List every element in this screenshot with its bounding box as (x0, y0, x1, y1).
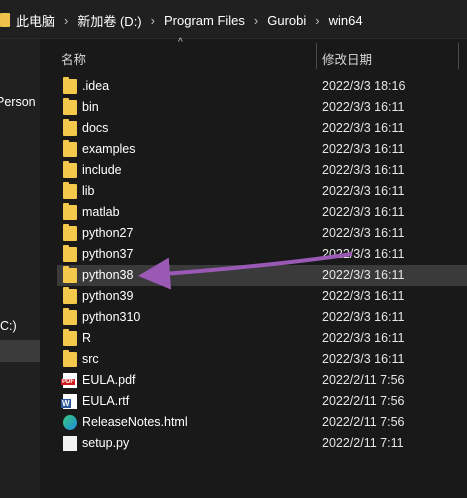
table-row[interactable]: ReleaseNotes.html 2022/2/11 7:56 (57, 412, 467, 433)
column-divider[interactable] (458, 43, 459, 69)
file-list: ^ 名称 修改日期 .idea 2022/3/3 18:16 bin 2022/3/3… (40, 37, 467, 498)
chevron-right-icon[interactable]: › (151, 13, 155, 28)
file-modified-date: 2022/2/11 7:11 (322, 436, 404, 450)
file-modified-date: 2022/3/3 18:16 (322, 79, 406, 93)
breadcrumb-gurobi[interactable]: Gurobi (267, 13, 306, 28)
address-bar[interactable]: 此电脑 › 新加卷 (D:) › Program Files › Gurobi … (0, 0, 467, 39)
table-row[interactable]: setup.py 2022/2/11 7:11 (57, 433, 467, 454)
table-row[interactable]: .idea 2022/3/3 18:16 (57, 76, 467, 97)
nav-item-personal[interactable]: Persona (0, 95, 36, 109)
chevron-right-icon[interactable]: › (64, 13, 68, 28)
table-row[interactable]: examples 2022/3/3 16:11 (57, 139, 467, 160)
file-name[interactable]: python38 (82, 268, 133, 282)
sort-ascending-icon: ^ (178, 37, 183, 48)
table-row[interactable]: python27 2022/3/3 16:11 (57, 223, 467, 244)
folder-icon (63, 350, 77, 367)
folder-icon (63, 203, 77, 220)
table-row[interactable]: include 2022/3/3 16:11 (57, 160, 467, 181)
nav-item-drive-c[interactable]: C:) (0, 319, 40, 333)
table-row[interactable]: EULA.rtf 2022/2/11 7:56 (57, 391, 467, 412)
folder-icon (63, 329, 77, 346)
table-row[interactable]: bin 2022/3/3 16:11 (57, 97, 467, 118)
table-row[interactable]: R 2022/3/3 16:11 (57, 328, 467, 349)
chevron-right-icon[interactable]: › (254, 13, 258, 28)
file-modified-date: 2022/3/3 16:11 (322, 142, 405, 156)
folder-icon (0, 13, 10, 27)
file-name[interactable]: python39 (82, 289, 133, 303)
folder-icon (63, 77, 77, 94)
folder-icon (63, 287, 77, 304)
file-name[interactable]: src (82, 352, 99, 366)
column-date-header[interactable]: 修改日期 (322, 49, 372, 68)
breadcrumb-program-files[interactable]: Program Files (164, 13, 245, 28)
table-row[interactable]: lib 2022/3/3 16:11 (57, 181, 467, 202)
table-row[interactable]: EULA.pdf 2022/2/11 7:56 (57, 370, 467, 391)
file-modified-date: 2022/3/3 16:11 (322, 226, 405, 240)
file-modified-date: 2022/3/3 16:11 (322, 331, 405, 345)
file-name[interactable]: examples (82, 142, 136, 156)
file-name[interactable]: docs (82, 121, 108, 135)
file-name[interactable]: python310 (82, 310, 140, 324)
edge-icon (63, 415, 77, 430)
folder-icon (63, 245, 77, 262)
pdf-icon (61, 373, 77, 388)
column-header: ^ 名称 修改日期 (40, 37, 467, 71)
file-modified-date: 2022/3/3 16:11 (322, 184, 405, 198)
table-row[interactable]: python39 2022/3/3 16:11 (57, 286, 467, 307)
file-modified-date: 2022/2/11 7:56 (322, 394, 405, 408)
table-row[interactable]: python37 2022/3/3 16:11 (57, 244, 467, 265)
chevron-right-icon[interactable]: › (315, 13, 319, 28)
file-name[interactable]: lib (82, 184, 95, 198)
file-name[interactable]: matlab (82, 205, 120, 219)
file-name[interactable]: .idea (82, 79, 109, 93)
navigation-pane: Persona C:) (0, 39, 40, 498)
breadcrumb: 此电脑 › 新加卷 (D:) › Program Files › Gurobi … (0, 10, 363, 30)
file-modified-date: 2022/3/3 16:11 (322, 268, 405, 282)
table-row[interactable]: docs 2022/3/3 16:11 (57, 118, 467, 139)
file-modified-date: 2022/3/3 16:11 (322, 310, 405, 324)
file-modified-date: 2022/3/3 16:11 (322, 100, 405, 114)
file-modified-date: 2022/2/11 7:56 (322, 415, 405, 429)
column-divider[interactable] (316, 43, 317, 69)
file-name[interactable]: include (82, 163, 122, 177)
folder-icon (63, 119, 77, 136)
table-row[interactable]: src 2022/3/3 16:11 (57, 349, 467, 370)
file-modified-date: 2022/3/3 16:11 (322, 352, 405, 366)
table-row-selected[interactable]: python38 2022/3/3 16:11 (57, 265, 467, 286)
file-modified-date: 2022/3/3 16:11 (322, 121, 405, 135)
folder-icon (63, 182, 77, 199)
file-name[interactable]: ReleaseNotes.html (82, 415, 188, 429)
breadcrumb-d-drive[interactable]: 新加卷 (D:) (77, 11, 141, 30)
nav-item-selected[interactable] (0, 340, 40, 362)
breadcrumb-win64[interactable]: win64 (329, 13, 363, 28)
file-modified-date: 2022/3/3 16:11 (322, 163, 405, 177)
folder-icon (63, 266, 77, 283)
file-name[interactable]: python37 (82, 247, 133, 261)
file-name[interactable]: EULA.pdf (82, 373, 136, 387)
column-name-header[interactable]: 名称 (61, 49, 86, 68)
breadcrumb-this-pc[interactable]: 此电脑 (16, 11, 55, 30)
file-modified-date: 2022/3/3 16:11 (322, 289, 405, 303)
file-name[interactable]: R (82, 331, 91, 345)
file-modified-date: 2022/2/11 7:56 (322, 373, 405, 387)
folder-icon (63, 161, 77, 178)
word-icon (61, 394, 77, 409)
folder-icon (63, 224, 77, 241)
file-name[interactable]: bin (82, 100, 99, 114)
file-name[interactable]: EULA.rtf (82, 394, 129, 408)
folder-icon (63, 98, 77, 115)
table-row[interactable]: matlab 2022/3/3 16:11 (57, 202, 467, 223)
folder-icon (63, 308, 77, 325)
file-name[interactable]: setup.py (82, 436, 129, 450)
folder-icon (63, 140, 77, 157)
file-name[interactable]: python27 (82, 226, 133, 240)
file-modified-date: 2022/3/3 16:11 (322, 247, 405, 261)
python-file-icon (63, 436, 77, 451)
file-modified-date: 2022/3/3 16:11 (322, 205, 405, 219)
table-row[interactable]: python310 2022/3/3 16:11 (57, 307, 467, 328)
